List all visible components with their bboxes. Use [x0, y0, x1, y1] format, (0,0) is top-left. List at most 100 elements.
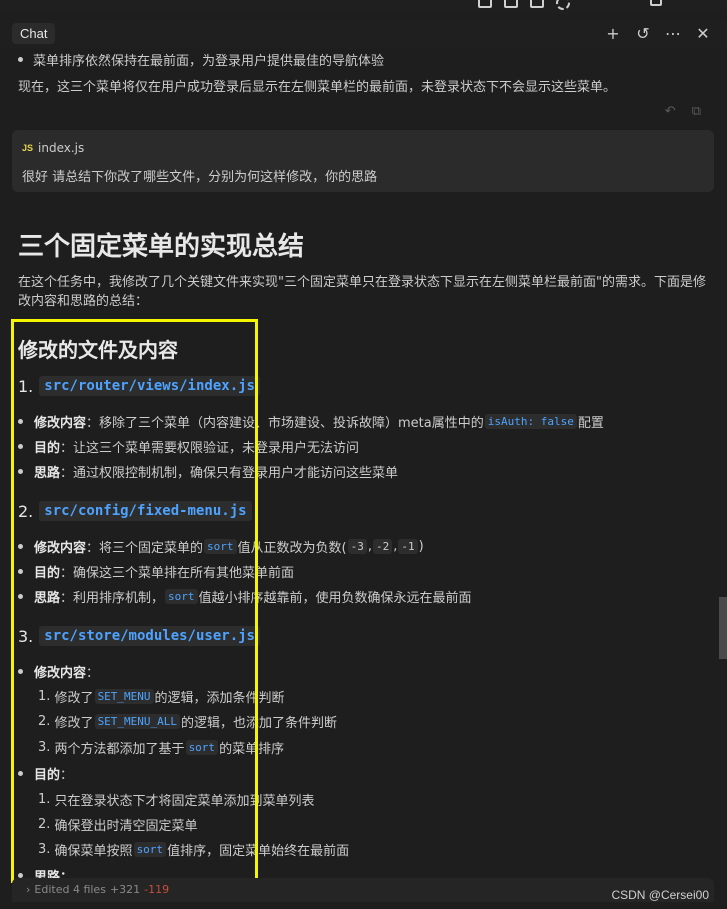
file-chip[interactable]: JS index.js — [22, 141, 84, 155]
layout-sidebar-left-icon[interactable] — [478, 0, 492, 8]
item-text: ：将三个固定菜单的 — [86, 541, 204, 556]
item-label: 思路 — [34, 591, 61, 606]
inline-code: sort — [165, 589, 198, 604]
response-title: 三个固定菜单的实现总结 — [18, 232, 305, 262]
item-label: 目的 — [34, 441, 61, 456]
more-icon[interactable]: ⋯ — [665, 23, 681, 45]
item-text: ) — [418, 539, 424, 554]
ordered-number: 2. — [38, 714, 51, 729]
inline-code: sort — [133, 842, 167, 857]
item-label: 修改内容 — [34, 416, 87, 431]
close-icon[interactable]: ✕ — [695, 23, 711, 45]
item-label: 修改内容 — [34, 666, 87, 681]
copy-icon[interactable]: ⧉ — [692, 104, 701, 119]
response-intro: 在这个任务中，我修改了几个关键文件来实现"三个固定菜单只在登录状态下显示在左侧菜… — [18, 275, 706, 309]
list-item: 修改内容： — [18, 662, 99, 681]
section-subtitle: 修改的文件及内容 — [18, 338, 178, 362]
chat-content: 菜单排序依然保持在最前面，为登录用户提供最佳的导航体验 现在，这三个菜单将仅在用… — [0, 48, 727, 878]
ordered-number: 3. — [38, 842, 51, 857]
js-file-icon: JS — [22, 143, 34, 153]
bullet-dot — [18, 469, 23, 474]
section-heading: 1. src/router/views/index.js — [18, 376, 260, 396]
item-text: ：确保这三个菜单排在所有其他菜单前面 — [60, 566, 295, 581]
list-item: 目的： — [18, 764, 73, 783]
item-text: 两个方法都添加了基于 — [54, 742, 185, 757]
item-text: 修改了 — [54, 716, 94, 731]
list-item: 思路： — [18, 866, 73, 878]
item-label: 目的 — [34, 768, 61, 783]
item-label: 思路： — [34, 870, 74, 878]
previous-bullet-text: 菜单排序依然保持在最前面，为登录用户提供最佳的导航体验 — [33, 54, 385, 69]
item-text: 值排序，固定菜单始终在最前面 — [167, 844, 350, 859]
file-path-link[interactable]: src/router/views/index.js — [39, 376, 260, 396]
item-text: 的逻辑，添加条件判断 — [154, 691, 285, 706]
bullet-dot — [18, 57, 23, 62]
bullet-dot — [18, 594, 23, 599]
chevron-right-icon: › — [26, 883, 31, 896]
section-number: 3. — [18, 626, 34, 646]
list-item: 目的 ：让这三个菜单需要权限验证，未登录用户无法访问 — [18, 437, 359, 456]
ordered-item: 2. 确保登出时清空固定菜单 — [38, 815, 198, 834]
bullet-dot — [18, 544, 23, 549]
list-item: 思路 ：通过权限控制机制，确保只有登录用户才能访问这些菜单 — [18, 462, 398, 481]
item-text: ：通过权限控制机制，确保只有登录用户才能访问这些菜单 — [60, 466, 399, 481]
inline-code: SET_MENU_ALL — [94, 714, 181, 729]
inline-code: SET_MENU — [94, 689, 154, 704]
item-text: ：让这三个菜单需要权限验证，未登录用户无法访问 — [60, 441, 360, 456]
file-path-link[interactable]: src/store/modules/user.js — [39, 626, 260, 646]
chat-tab[interactable]: Chat — [12, 23, 56, 44]
section-heading: 3. src/store/modules/user.js — [18, 626, 260, 646]
item-text: ：移除了三个菜单（内容建设、市场建设、投诉故障）meta属性中的 — [86, 416, 484, 431]
lines-added: +321 — [109, 883, 141, 896]
item-text: 值越小排序越靠前，使用负数确保永远在最前面 — [198, 591, 472, 606]
undo-icon[interactable]: ↶ — [665, 104, 676, 119]
inline-code: sort — [185, 740, 219, 755]
ordered-number: 3. — [38, 740, 51, 755]
inline-code: sort — [204, 539, 237, 554]
history-icon[interactable]: ↺ — [635, 23, 651, 45]
list-item: 目的 ：确保这三个菜单排在所有其他菜单前面 — [18, 562, 294, 581]
item-text: 确保菜单按照 — [54, 844, 133, 859]
item-label: 思路 — [34, 466, 61, 481]
ordered-item: 1. 只在登录状态下才将固定菜单添加到菜单列表 — [38, 790, 315, 809]
chat-header: Chat + ↺ ⋯ ✕ — [0, 20, 727, 48]
list-item: 思路 ：利用排序机制， sort 值越小排序越靠前，使用负数确保永远在最前面 — [18, 587, 472, 606]
gear-icon[interactable] — [556, 0, 570, 10]
edited-files-label: Edited 4 files — [34, 883, 106, 896]
layout-sidebar-right-icon[interactable] — [530, 0, 544, 8]
item-text: 值从正数改为负数( — [237, 541, 347, 556]
ordered-number: 2. — [38, 817, 51, 832]
user-message[interactable]: JS index.js 很好 请总结下你改了哪些文件，分别为何这样修改，你的思路 — [12, 130, 714, 192]
bullet-dot — [18, 419, 23, 424]
lines-removed: -119 — [144, 883, 170, 896]
section-number: 1. — [18, 376, 34, 396]
file-chip-name: index.js — [38, 141, 85, 155]
ordered-item: 2. 修改了 SET_MENU_ALL 的逻辑，也添加了条件判断 — [38, 712, 337, 731]
ordered-number: 1. — [38, 689, 51, 704]
ordered-number: 1. — [38, 792, 51, 807]
bullet-dot — [18, 569, 23, 574]
previous-paragraph: 现在，这三个菜单将仅在用户成功登录后显示在左侧菜单栏的最前面，未登录状态下不会显… — [18, 80, 617, 95]
list-item: 修改内容 ：将三个固定菜单的 sort 值从正数改为负数( -3, -2, -1… — [18, 537, 424, 556]
list-item: 修改内容 ：移除了三个菜单（内容建设、市场建设、投诉故障）meta属性中的 is… — [18, 412, 604, 431]
section-heading: 2. src/config/fixed-menu.js — [18, 501, 252, 521]
bullet-dot — [18, 669, 23, 674]
scrollbar-thumb[interactable] — [719, 597, 727, 659]
item-text: 的菜单排序 — [219, 742, 285, 757]
ordered-item: 3. 两个方法都添加了基于 sort 的菜单排序 — [38, 738, 284, 757]
inline-code: -1 — [398, 539, 418, 554]
layout-panel-icon[interactable] — [504, 0, 518, 8]
item-text: ：利用排序机制， — [60, 591, 165, 606]
file-path-link[interactable]: src/config/fixed-menu.js — [39, 501, 252, 521]
section-number: 2. — [18, 501, 34, 521]
previous-bullet: 菜单排序依然保持在最前面，为登录用户提供最佳的导航体验 — [18, 50, 384, 69]
ordered-item: 3. 确保菜单按照 sort 值排序，固定菜单始终在最前面 — [38, 840, 349, 859]
user-message-text: 很好 请总结下你改了哪些文件，分别为何这样修改，你的思路 — [22, 170, 378, 185]
edited-files-bar[interactable]: › Edited 4 files +321 -119 — [12, 878, 714, 902]
restore-window-icon[interactable] — [650, 0, 662, 6]
ordered-item: 1. 修改了 SET_MENU 的逻辑，添加条件判断 — [38, 687, 285, 706]
item-text: 修改了 — [54, 691, 94, 706]
plus-icon[interactable]: + — [605, 23, 621, 45]
watermark: CSDN @Cersei00 — [611, 888, 709, 902]
item-text: 配置 — [577, 416, 604, 431]
